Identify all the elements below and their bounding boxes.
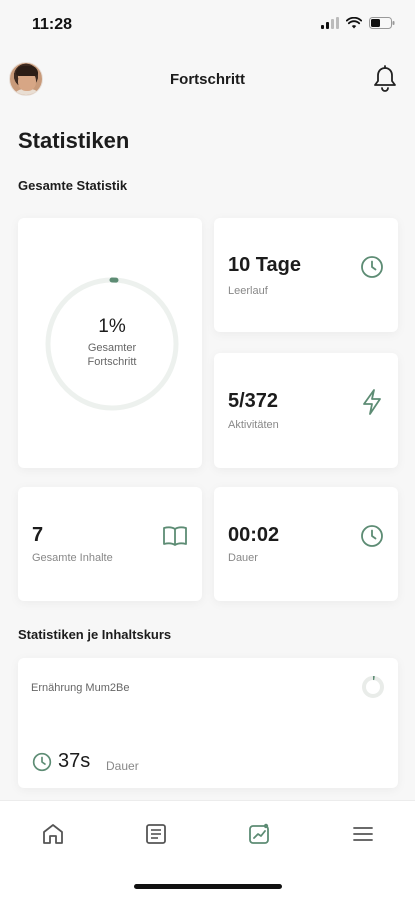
idle-label: Leerlauf — [228, 285, 268, 297]
home-indicator — [134, 884, 282, 889]
header: Fortschritt — [0, 58, 415, 102]
course-card[interactable]: Ernährung Mum2Be 37s Dauer — [18, 658, 398, 788]
activities-card: 5/372 Aktivitäten — [214, 353, 398, 468]
home-icon[interactable] — [40, 821, 66, 847]
content-label: Gesamte Inhalte — [32, 552, 113, 564]
status-bar: 11:28 — [0, 0, 415, 50]
progress-icon[interactable] — [246, 821, 272, 847]
overall-section-title: Gesamte Statistik — [18, 178, 128, 193]
progress-caption-line2: Fortschritt — [87, 356, 137, 369]
clock-icon — [361, 256, 383, 278]
bell-icon[interactable] — [372, 65, 398, 93]
activities-value: 5/372 — [228, 390, 279, 412]
progress-ring: 1% Gesamter Fortschritt — [44, 276, 180, 412]
content-value: 7 — [32, 524, 44, 546]
battery-icon — [369, 17, 395, 29]
book-icon — [163, 526, 187, 546]
course-duration-label: Dauer — [106, 759, 139, 773]
clock-icon — [361, 525, 383, 547]
wifi-icon — [346, 17, 362, 29]
course-duration-value: 37s — [58, 750, 91, 772]
page-title: Statistiken — [18, 128, 130, 153]
signal-icon — [321, 17, 339, 29]
status-time: 11:28 — [32, 16, 73, 33]
overall-progress-card: 1% Gesamter Fortschritt — [18, 218, 202, 468]
per-course-section-title: Statistiken je Inhaltskurs — [18, 627, 172, 642]
idle-value: 10 Tage — [228, 254, 301, 276]
activities-label: Aktivitäten — [228, 419, 279, 431]
course-name: Ernährung Mum2Be — [31, 682, 130, 694]
course-progress-ring — [362, 675, 384, 698]
progress-percent: 1% — [98, 316, 126, 337]
lightning-icon — [363, 389, 381, 415]
page-header-title: Fortschritt — [170, 71, 245, 88]
content-icon[interactable] — [143, 821, 169, 847]
progress-caption-line1: Gesamter — [87, 342, 137, 354]
idle-card: 10 Tage Leerlauf — [214, 218, 398, 332]
status-icons — [321, 17, 395, 29]
duration-value: 00:02 — [228, 524, 280, 546]
duration-card: 00:02 Dauer — [214, 487, 398, 601]
clock-icon — [32, 752, 52, 772]
menu-icon[interactable] — [350, 821, 376, 847]
duration-label: Dauer — [228, 552, 258, 564]
content-card: 7 Gesamte Inhalte — [18, 487, 202, 601]
